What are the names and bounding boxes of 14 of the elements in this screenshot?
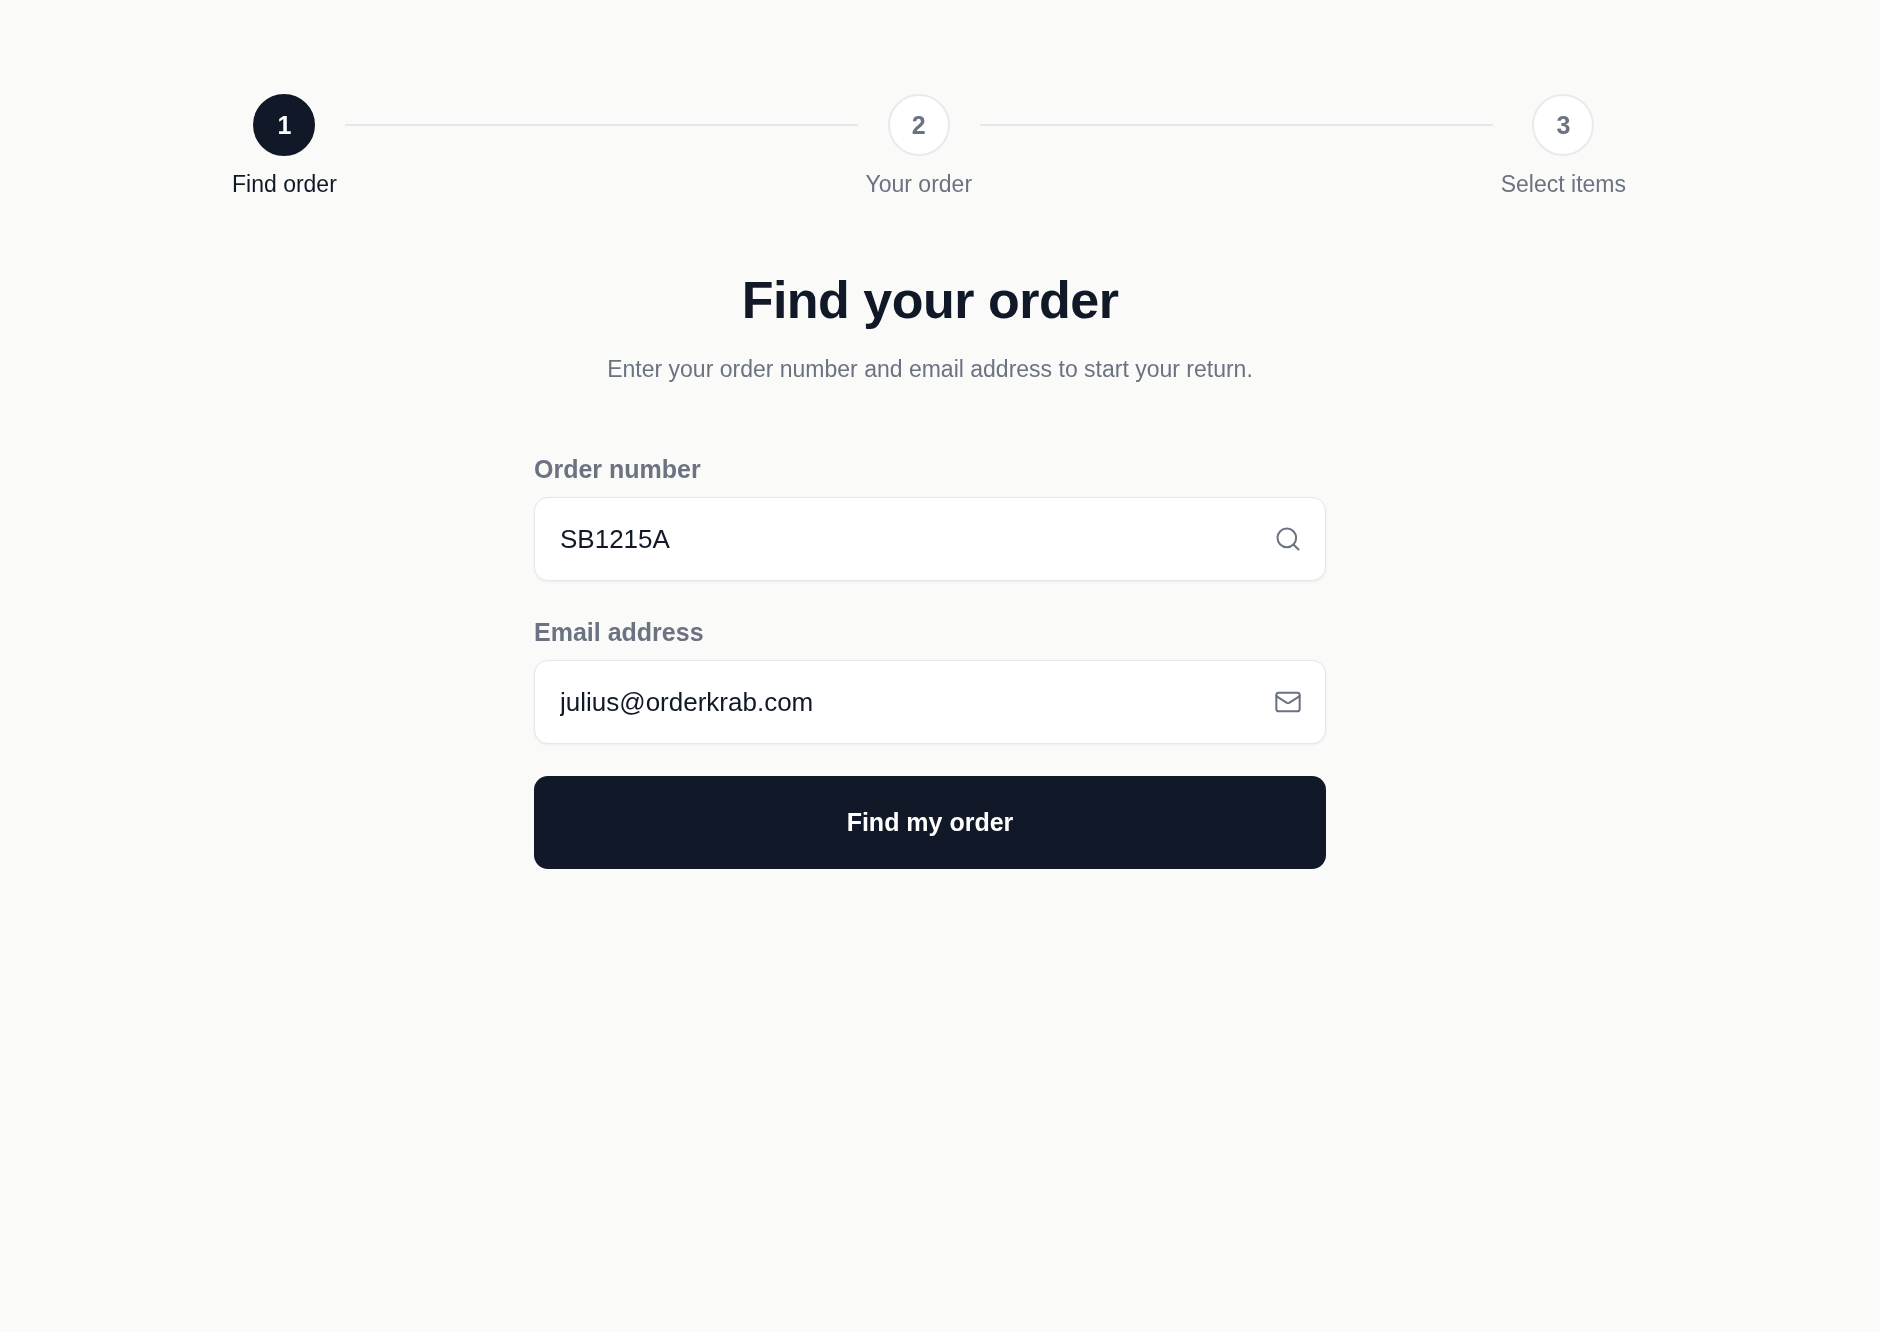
- order-number-field[interactable]: SB1215A: [534, 497, 1326, 581]
- step-label: Find order: [232, 170, 337, 198]
- page-subheading: Enter your order number and email address to start your return.: [606, 355, 1254, 384]
- search-icon: [1274, 525, 1302, 553]
- step-number: 1: [253, 94, 316, 156]
- step-number: 3: [1532, 94, 1595, 156]
- field-label: Order number: [534, 454, 702, 484]
- step-label: Your order: [865, 170, 973, 198]
- field-label: Email address: [534, 617, 705, 647]
- page-heading: Find your order: [740, 270, 1120, 331]
- email-field[interactable]: julius@orderkrab.com: [534, 660, 1326, 744]
- find-order-button[interactable]: Find my order: [534, 776, 1326, 869]
- step-label: Select items: [1500, 170, 1626, 198]
- step-number: 2: [887, 94, 950, 156]
